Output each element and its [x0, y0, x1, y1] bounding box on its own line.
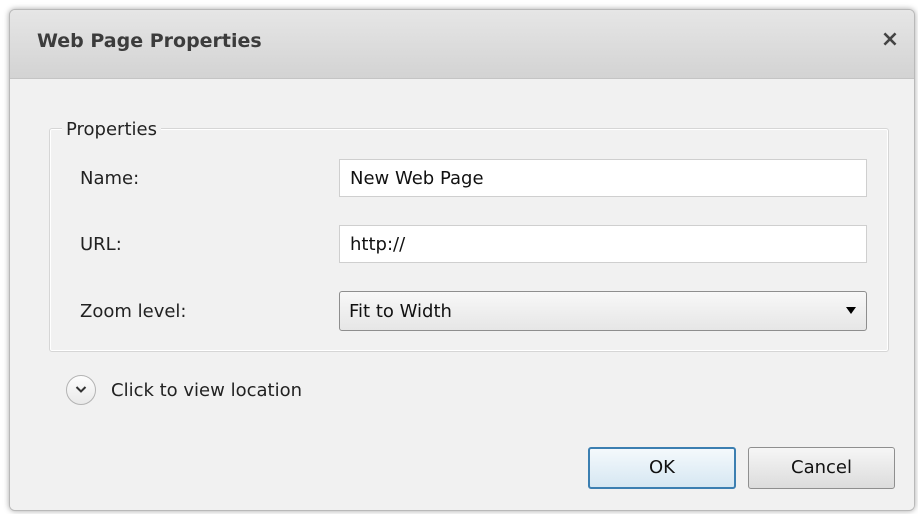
- close-icon[interactable]: ×: [876, 26, 904, 54]
- url-label: URL:: [80, 234, 122, 255]
- name-field[interactable]: [339, 159, 867, 197]
- dialog-title: Web Page Properties: [37, 30, 262, 52]
- url-field[interactable]: [339, 225, 867, 263]
- cancel-button[interactable]: Cancel: [748, 447, 895, 489]
- dropdown-arrow-icon: [846, 307, 856, 314]
- zoom-level-value: Fit to Width: [349, 301, 452, 322]
- view-location-label: Click to view location: [111, 380, 302, 401]
- ok-button[interactable]: OK: [588, 447, 736, 489]
- title-bar: Web Page Properties ×: [10, 10, 914, 79]
- dialog-body: Properties Name: URL: Zoom level: Fit to…: [10, 79, 914, 510]
- chevron-down-icon: [66, 375, 96, 405]
- zoom-level-select[interactable]: Fit to Width: [339, 291, 867, 331]
- web-page-properties-dialog: Web Page Properties × Properties Name: U…: [9, 9, 915, 511]
- zoom-level-label: Zoom level:: [80, 301, 187, 322]
- properties-group-label: Properties: [62, 119, 161, 140]
- name-label: Name:: [80, 168, 140, 189]
